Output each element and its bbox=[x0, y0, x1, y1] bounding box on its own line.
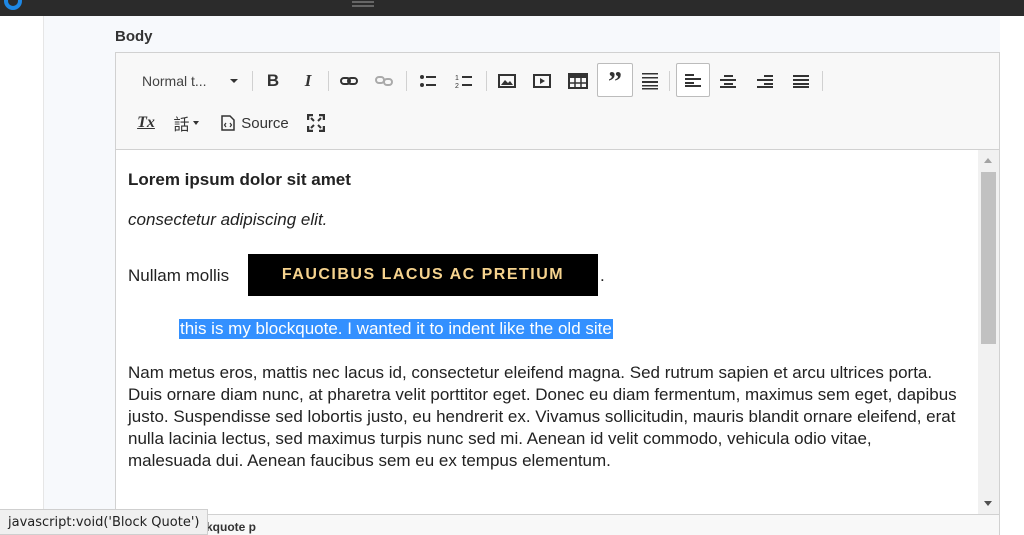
element-path-bar: kquote p bbox=[116, 514, 999, 535]
toolbar-separator bbox=[669, 71, 670, 91]
link-icon bbox=[340, 77, 358, 85]
editor-toolbar: Normal t... B I 12 ” Tx 話 Source bbox=[116, 53, 999, 150]
toolbar-separator bbox=[252, 71, 253, 91]
inline-text-end: . bbox=[600, 266, 605, 285]
rich-text-editor: Normal t... B I 12 ” Tx 話 Source Lorem i… bbox=[115, 52, 1000, 535]
remove-format-icon: Tx bbox=[137, 114, 155, 131]
unlink-icon bbox=[375, 76, 393, 86]
media-button[interactable] bbox=[529, 67, 555, 95]
element-path[interactable]: kquote p bbox=[206, 520, 256, 534]
justify-button[interactable] bbox=[789, 67, 813, 95]
justify-icon bbox=[793, 75, 809, 88]
align-right-icon bbox=[757, 75, 773, 88]
top-app-bar bbox=[0, 0, 1024, 16]
left-sidebar bbox=[0, 16, 44, 535]
chevron-down-icon bbox=[192, 121, 199, 125]
align-center-button[interactable] bbox=[716, 67, 740, 95]
source-button-label: Source bbox=[241, 114, 289, 132]
app-logo-icon bbox=[4, 0, 22, 10]
blockquote-icon: ” bbox=[608, 67, 622, 98]
blockquote-selection: this is my blockquote. I wanted it to in… bbox=[179, 319, 613, 339]
editor-scrollbar[interactable] bbox=[978, 150, 999, 514]
svg-text:2: 2 bbox=[455, 83, 459, 89]
bulleted-list-button[interactable] bbox=[416, 67, 440, 95]
numbered-list-icon: 12 bbox=[455, 75, 472, 89]
align-left-icon bbox=[685, 74, 701, 87]
scroll-down-icon[interactable] bbox=[984, 501, 992, 506]
link-button[interactable] bbox=[336, 67, 362, 95]
language-icon: 話 bbox=[173, 117, 190, 134]
italic-button[interactable]: I bbox=[296, 67, 320, 95]
status-tooltip: javascript:void('Block Quote') bbox=[0, 509, 209, 535]
italic-line: consectetur adipiscing elit. bbox=[128, 210, 328, 229]
inline-banner-image: FAUCIBUS LACUS AC PRETIUM bbox=[248, 254, 598, 296]
format-dropdown[interactable]: Normal t... bbox=[136, 67, 244, 95]
unlink-button[interactable] bbox=[371, 67, 397, 95]
bulleted-list-icon bbox=[420, 75, 436, 87]
body-field-label: Body bbox=[115, 28, 153, 45]
toolbar-separator bbox=[328, 71, 329, 91]
source-icon bbox=[221, 115, 235, 131]
align-left-button[interactable] bbox=[676, 63, 710, 97]
document-heading: Lorem ipsum dolor sit amet bbox=[128, 170, 351, 189]
remove-format-button[interactable]: Tx bbox=[134, 109, 158, 137]
numbered-list-button[interactable]: 12 bbox=[452, 67, 476, 95]
media-icon bbox=[533, 74, 551, 88]
menu-icon[interactable] bbox=[352, 1, 374, 7]
maximize-icon bbox=[307, 114, 325, 132]
image-button[interactable] bbox=[494, 67, 520, 95]
image-icon bbox=[498, 74, 516, 88]
table-icon bbox=[568, 73, 588, 89]
scrollbar-thumb[interactable] bbox=[981, 172, 996, 344]
align-right-button[interactable] bbox=[753, 67, 777, 95]
blockquote-button[interactable]: ” bbox=[597, 63, 633, 97]
inline-text: Nullam mollis bbox=[128, 266, 230, 285]
bold-button[interactable]: B bbox=[261, 67, 285, 95]
format-dropdown-label: Normal t... bbox=[142, 73, 207, 89]
svg-text:1: 1 bbox=[455, 75, 459, 82]
maximize-button[interactable] bbox=[303, 109, 329, 137]
align-center-icon bbox=[720, 75, 736, 88]
horizontal-line-button[interactable] bbox=[638, 67, 662, 95]
chevron-down-icon bbox=[230, 79, 238, 83]
toolbar-separator bbox=[486, 71, 487, 91]
toolbar-separator bbox=[406, 71, 407, 91]
toolbar-separator bbox=[822, 71, 823, 91]
scroll-up-icon[interactable] bbox=[984, 158, 992, 163]
horizontal-line-icon bbox=[642, 73, 658, 90]
language-button[interactable]: 話 bbox=[168, 109, 204, 137]
table-button[interactable] bbox=[565, 67, 591, 95]
banner-text: FAUCIBUS LACUS AC PRETIUM bbox=[281, 266, 565, 283]
editor-content-area[interactable]: Lorem ipsum dolor sit amet consectetur a… bbox=[116, 150, 978, 514]
body-paragraph: Nam metus eros, mattis nec lacus id, con… bbox=[128, 363, 957, 470]
source-button[interactable]: Source bbox=[216, 109, 294, 137]
